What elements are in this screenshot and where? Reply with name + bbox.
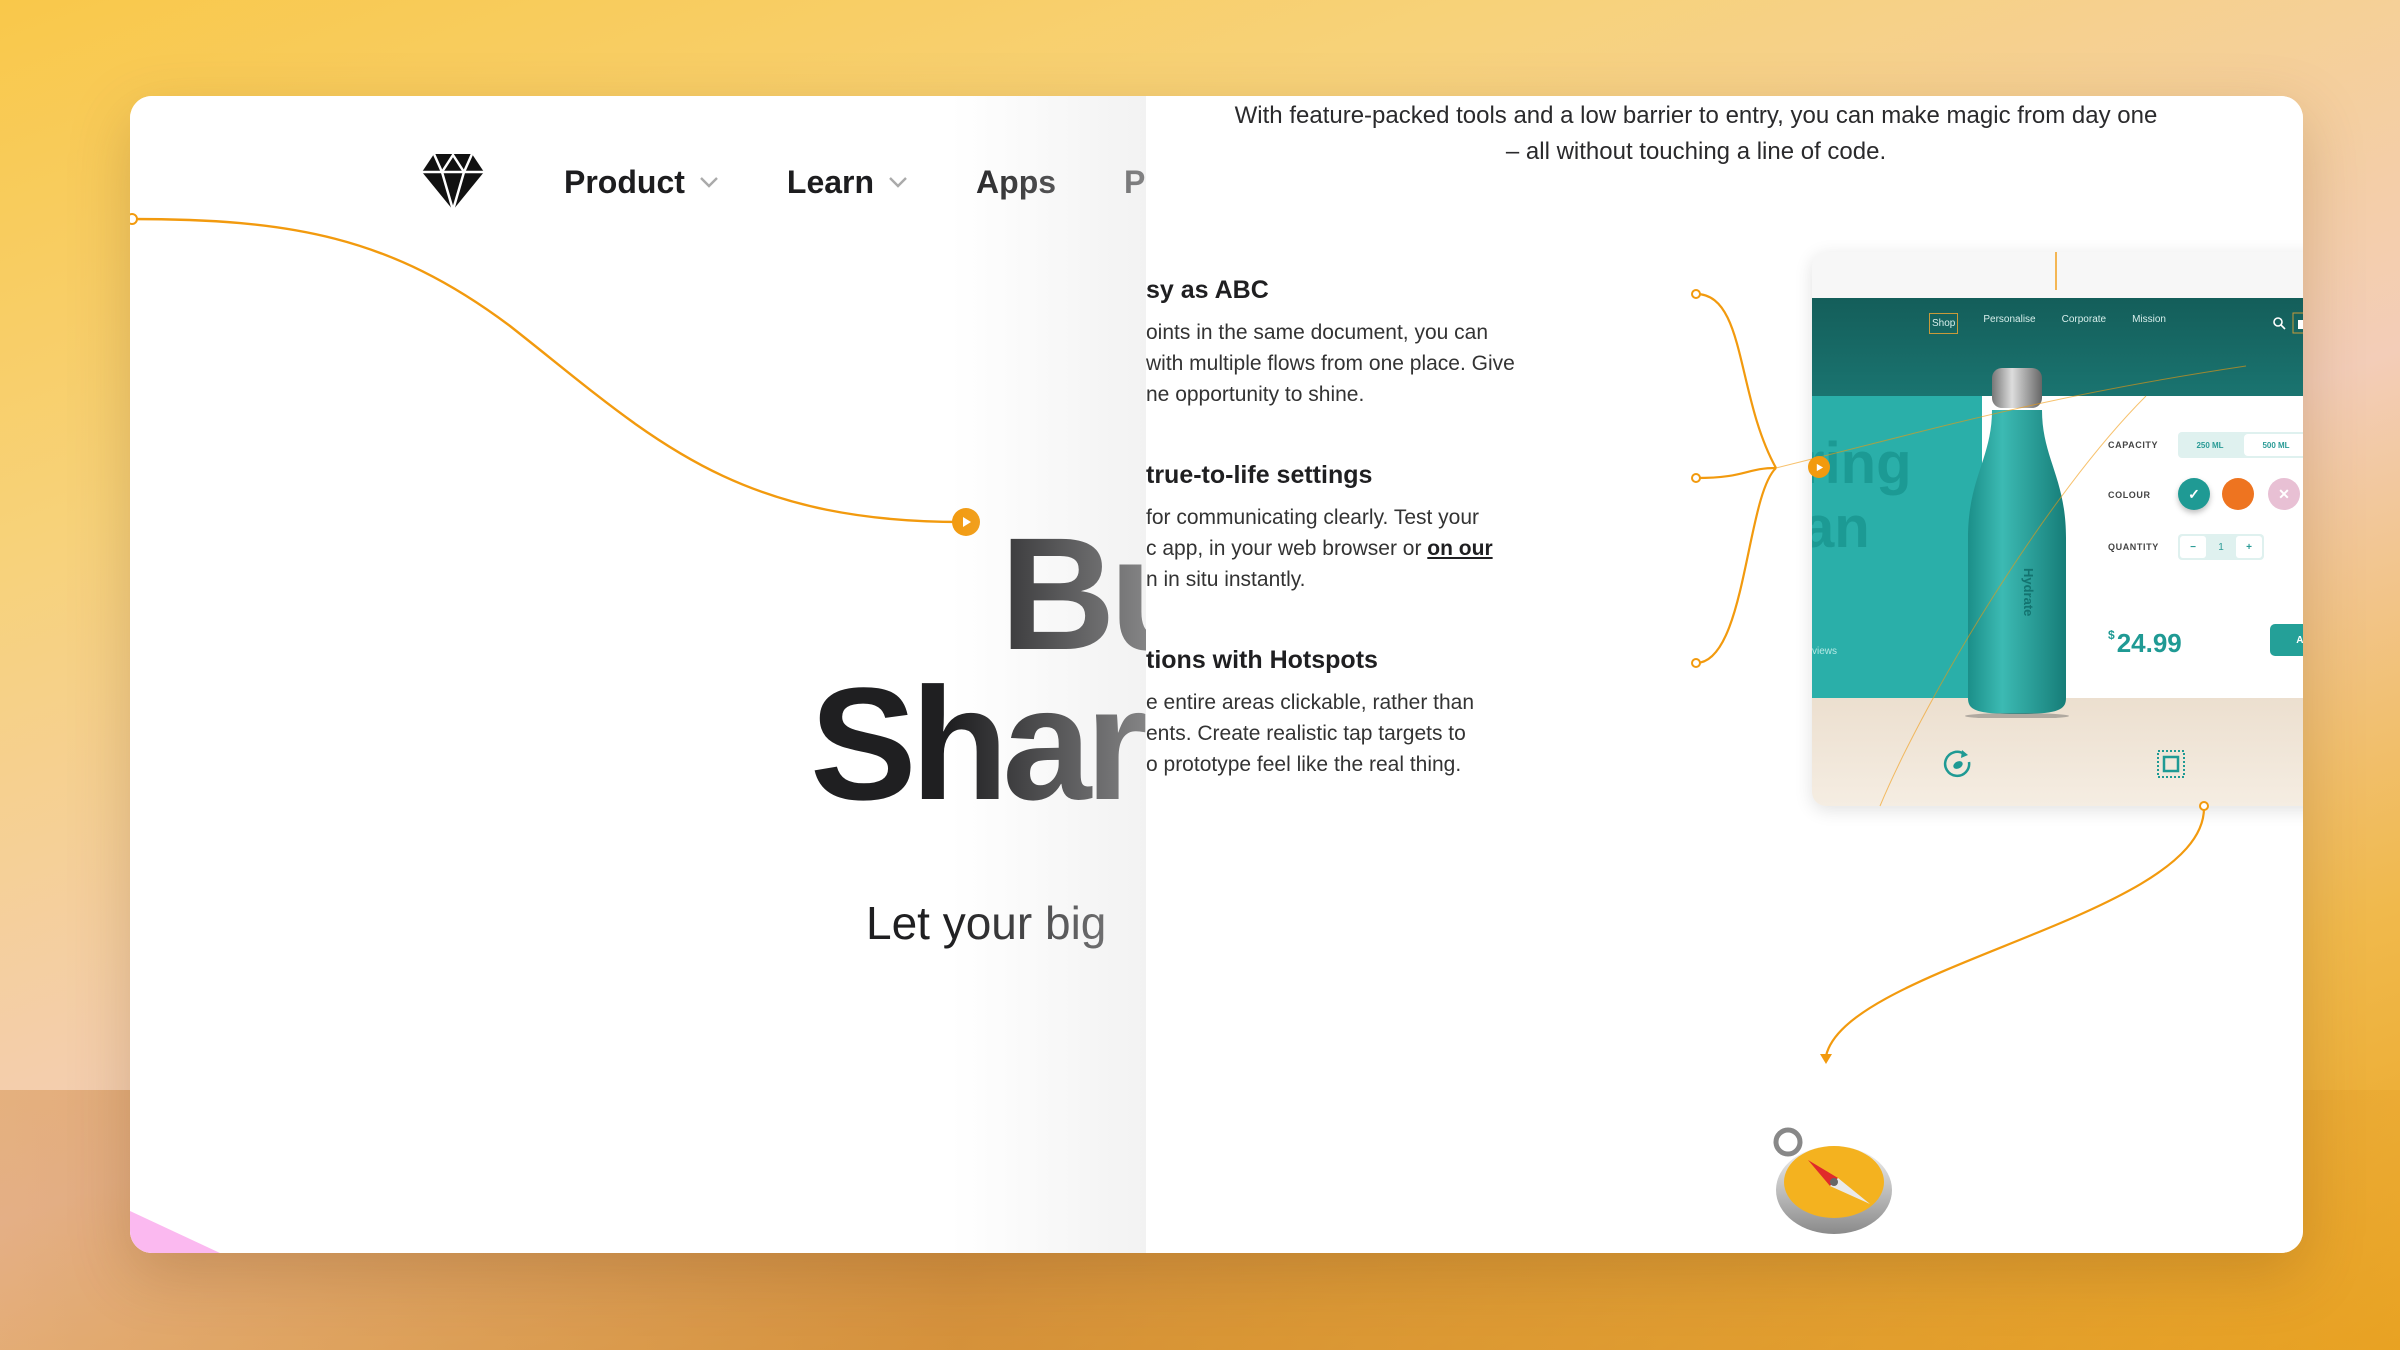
mockup-reviews: views <box>1812 646 1838 657</box>
eco-recycle-icon <box>1943 750 1971 778</box>
feature-line-text: c app, in your web browser or <box>1146 537 1428 560</box>
capacity-label: CAPACITY <box>2108 440 2159 450</box>
feature-line: oints in the same document, you can <box>1146 321 1489 344</box>
quantity-increase-button[interactable]: + <box>2236 536 2262 558</box>
play-icon <box>963 517 971 527</box>
pink-decoration <box>130 1211 220 1253</box>
prototype-hotspot-target[interactable] <box>1808 456 1830 478</box>
top-nav: Product Learn Apps P <box>420 142 1213 222</box>
hero-heading-line2: Shar <box>810 654 1148 833</box>
add-to-cart-button[interactable]: ADD TO CART <box>2270 624 2303 656</box>
hero-subtitle: Let your big <box>866 897 1107 949</box>
feature-flows: sy as ABC oints in the same document, yo… <box>1146 276 1586 410</box>
nav-apps-label: Apps <box>976 163 1057 200</box>
feature-line: ne opportunity to shine. <box>1146 383 1365 406</box>
colour-swatch-pink[interactable]: ✕ <box>2268 478 2300 510</box>
nav-product[interactable]: Product <box>564 164 719 201</box>
feature-link[interactable]: on our <box>1427 537 1492 560</box>
mockup-nav-corporate[interactable]: Corporate <box>2062 314 2106 333</box>
check-icon: ✓ <box>2188 485 2200 502</box>
colour-swatch-teal[interactable]: ✓ <box>2178 478 2210 510</box>
colour-swatch-orange[interactable] <box>2222 478 2254 510</box>
mockup-top-bar <box>1812 252 2303 298</box>
mockup-hero-text: an <box>1812 495 1870 560</box>
nav-truncated-label: P <box>1124 163 1146 200</box>
search-icon[interactable] <box>2272 316 2286 330</box>
nav-apps[interactable]: Apps <box>976 164 1056 201</box>
insulated-square-icon <box>2157 750 2185 778</box>
feature-settings: true-to-life settings for communicating … <box>1146 461 1586 595</box>
product-page-mockup: Shop Personalise Corporate Mission ring a… <box>1812 252 2303 806</box>
price-value: 24.99 <box>2116 628 2182 658</box>
browser-window: Product Learn Apps P Bu Shar Let your bi… <box>130 96 2303 1253</box>
cart-bag-icon[interactable] <box>2292 312 2303 334</box>
play-icon <box>1816 463 1823 471</box>
mockup-hero: ring an views <box>1812 396 1982 698</box>
feature-title: true-to-life settings <box>1146 461 1373 489</box>
quantity-label: QUANTITY <box>2108 542 2159 552</box>
price: $24.99 <box>2108 628 2182 659</box>
capacity-option-500[interactable]: 500 ML <box>2244 434 2303 456</box>
quantity-stepper: − 1 + <box>2178 534 2264 560</box>
feature-line: e entire areas clickable, rather than <box>1146 691 1475 714</box>
feature-title: tions with Hotspots <box>1146 646 1378 674</box>
feature-line: o prototype feel like the real thing. <box>1146 753 1462 776</box>
feature-line: for communicating clearly. Test your <box>1146 506 1480 529</box>
quantity-value[interactable]: 1 <box>2208 534 2234 560</box>
sketch-logo-icon[interactable] <box>420 152 486 212</box>
mockup-nav-mission[interactable]: Mission <box>2132 314 2166 333</box>
currency-symbol: $ <box>2108 628 2115 642</box>
prototype-start-icon[interactable] <box>952 508 980 536</box>
prototyping-page: With feature-packed tools and a low barr… <box>1146 96 2303 1253</box>
nav-truncated[interactable]: P <box>1124 164 1145 201</box>
intro-paragraph: With feature-packed tools and a low barr… <box>1234 102 2158 165</box>
feature-hotspots: tions with Hotspots e entire areas click… <box>1146 646 1586 780</box>
colour-label: COLOUR <box>2108 490 2151 500</box>
chevron-down-icon <box>700 177 718 188</box>
capacity-option-250[interactable]: 250 ML <box>2178 432 2242 458</box>
bottle-brand: Hydrate <box>2021 568 2036 616</box>
chevron-down-icon <box>889 177 907 188</box>
mockup-nav-shop[interactable]: Shop <box>1928 313 1959 334</box>
nav-product-label: Product <box>564 163 685 200</box>
feature-line: c app, in your web browser or on our <box>1146 533 1586 564</box>
capacity-selector: 250 ML 500 ML <box>2178 432 2303 458</box>
nav-learn[interactable]: Learn <box>787 164 908 201</box>
feature-line: with multiple flows from one place. Give <box>1146 352 1515 375</box>
feature-title: sy as ABC <box>1146 276 1269 304</box>
water-bottle-image: Hydrate <box>1965 368 2069 718</box>
sketch-home-page: Product Learn Apps P Bu Shar Let your bi… <box>130 96 1280 1253</box>
unavailable-x-icon: ✕ <box>2278 485 2290 502</box>
feature-line: ents. Create realistic tap targets to <box>1146 722 1466 745</box>
quantity-decrease-button[interactable]: − <box>2180 536 2206 558</box>
mockup-nav-personalise[interactable]: Personalise <box>1983 314 2035 333</box>
feature-line: n in situ instantly. <box>1146 568 1306 591</box>
nav-learn-label: Learn <box>786 163 875 200</box>
safari-compass-icon[interactable] <box>1758 1118 1898 1238</box>
